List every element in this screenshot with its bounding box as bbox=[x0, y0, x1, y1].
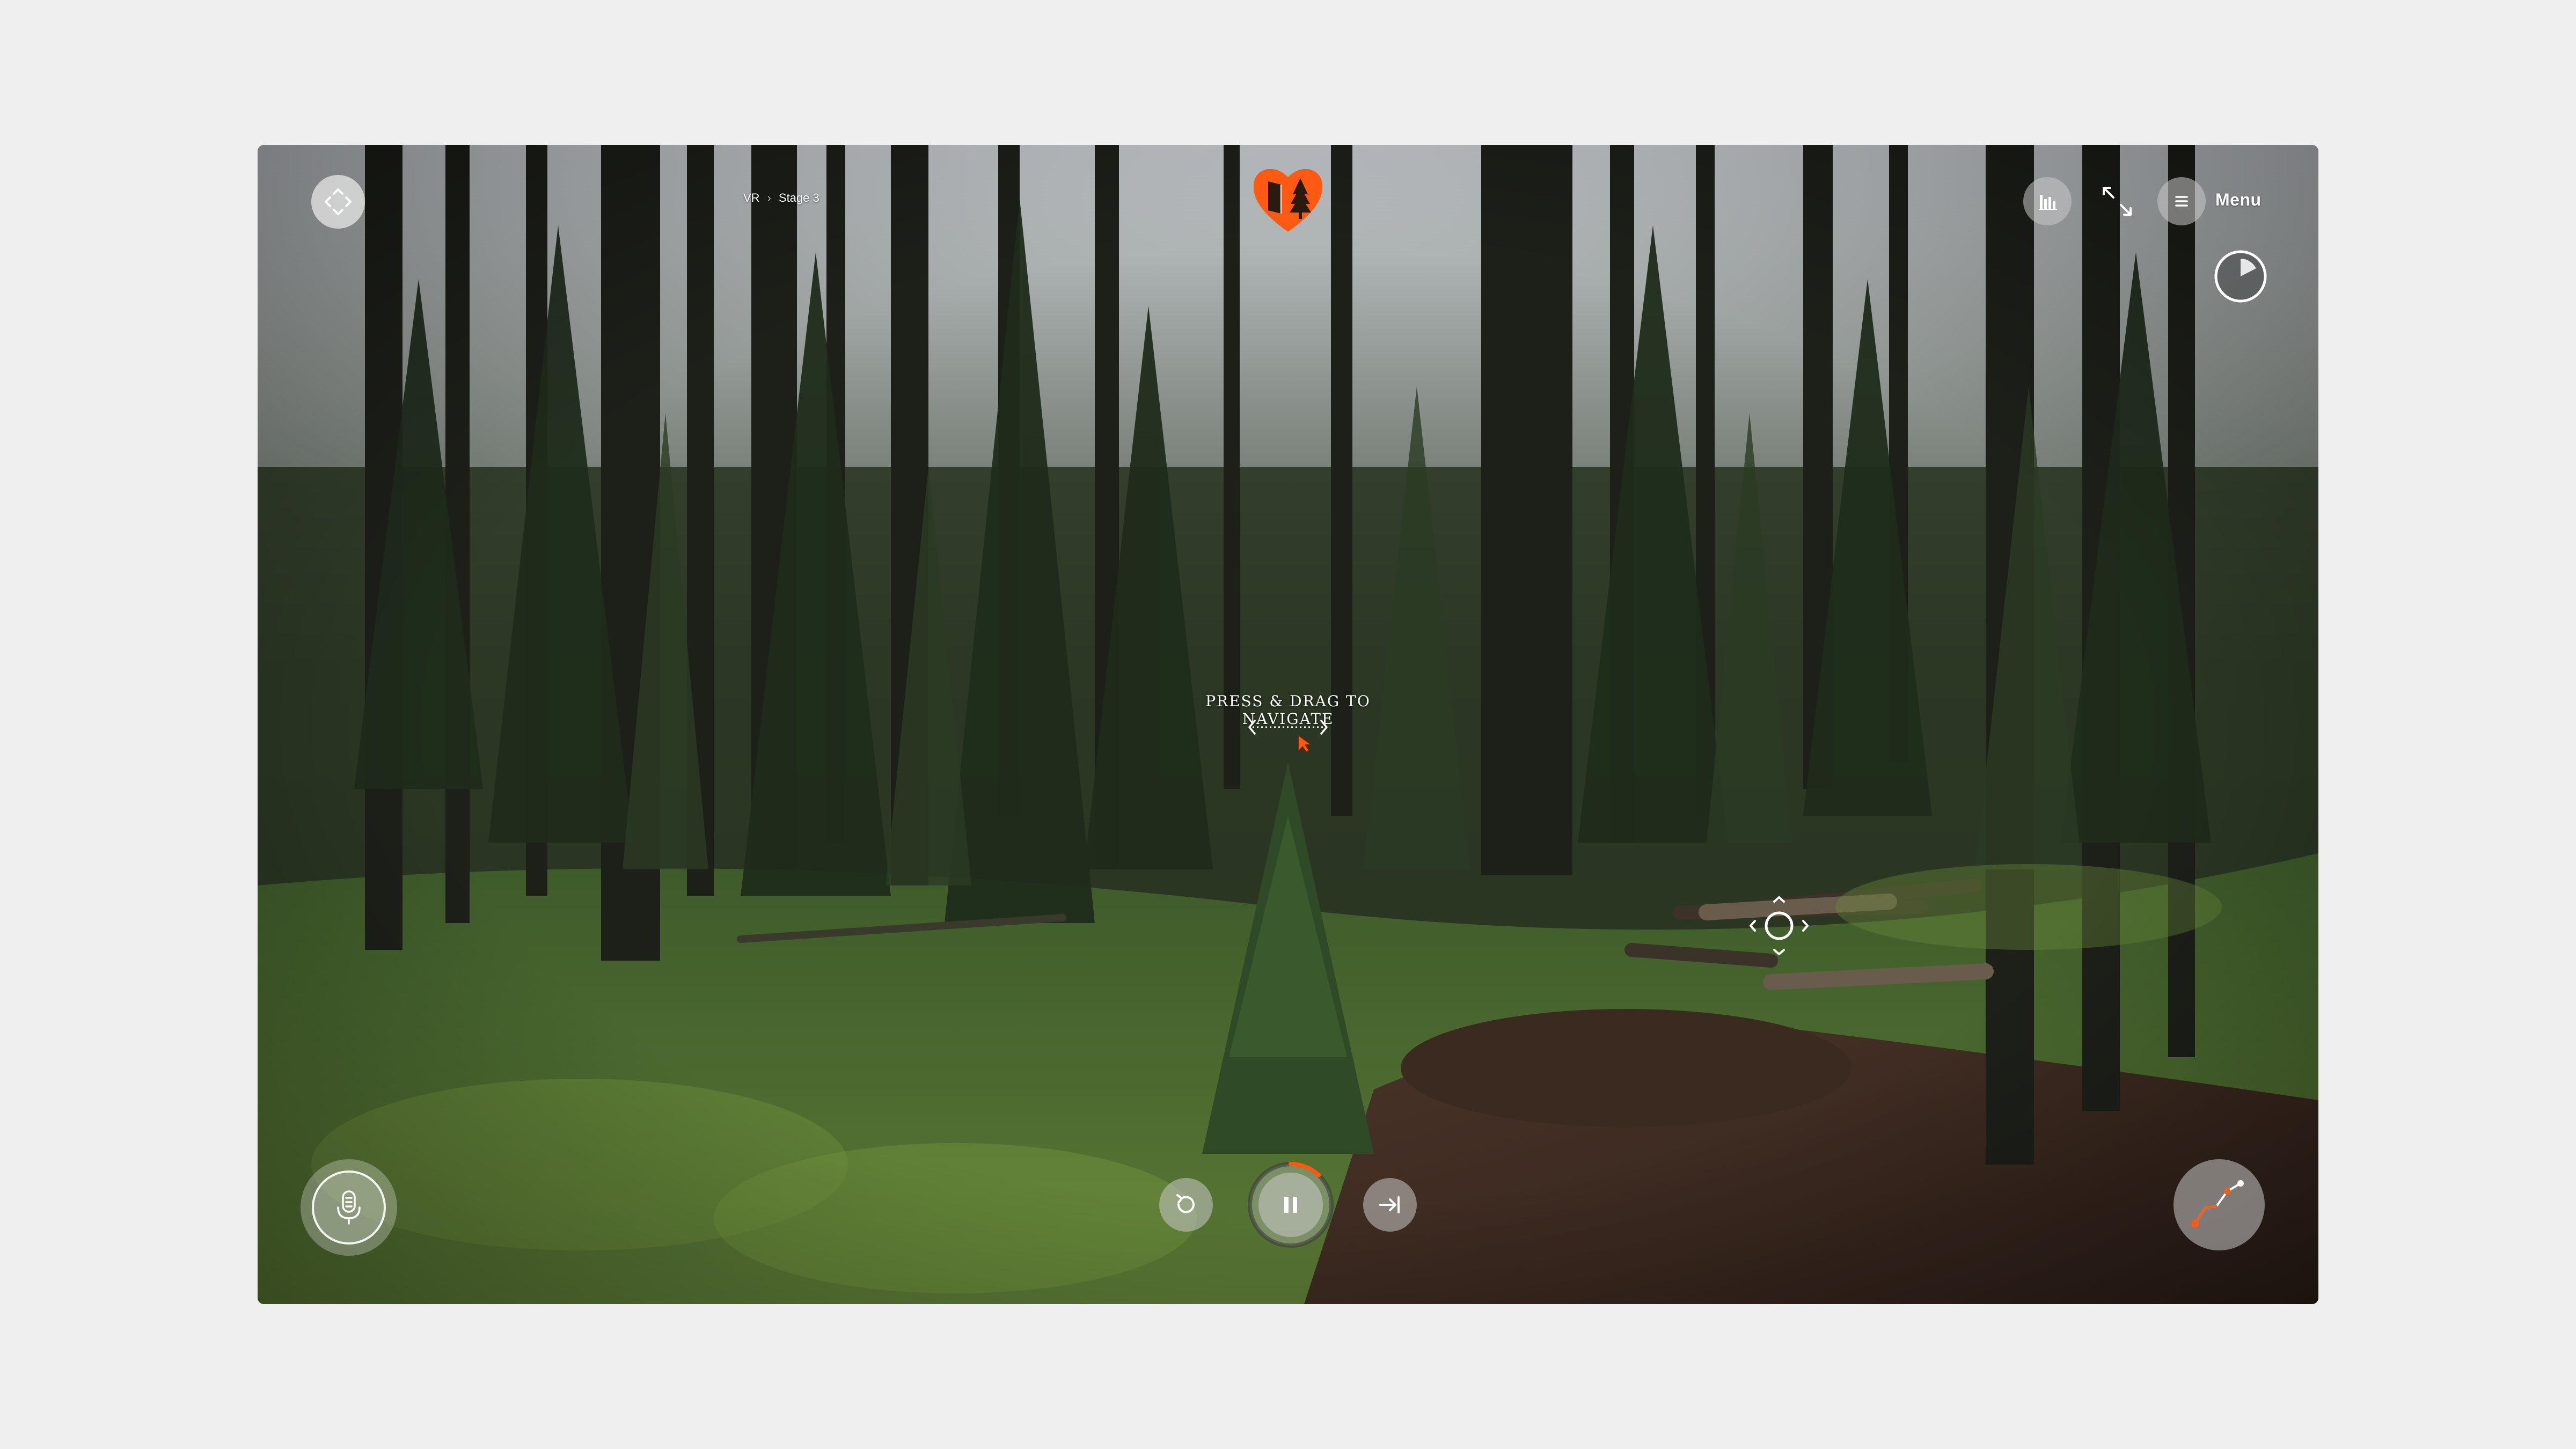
compass-dial[interactable] bbox=[2211, 247, 2270, 306]
look-around-button[interactable] bbox=[311, 175, 365, 229]
bar-chart-icon bbox=[2039, 195, 2057, 210]
breadcrumb: VR › Stage 3 bbox=[743, 191, 819, 205]
restart-icon bbox=[1176, 1194, 1195, 1213]
skip-to-end-icon bbox=[1379, 1196, 1400, 1213]
look-around-arrows-icon bbox=[325, 188, 352, 215]
expand-arrows-icon bbox=[2103, 187, 2132, 216]
microphone-button[interactable] bbox=[301, 1159, 397, 1256]
navigation-hotspot-icon bbox=[1750, 896, 1809, 955]
microphone-inner bbox=[312, 1170, 386, 1245]
breadcrumb-current: Stage 3 bbox=[778, 191, 819, 204]
microphone-icon bbox=[337, 1190, 361, 1225]
restart-button[interactable] bbox=[1159, 1178, 1213, 1232]
stats-button[interactable] bbox=[2023, 177, 2072, 225]
drag-arrows-icon bbox=[1245, 716, 1331, 754]
trail-map-button[interactable] bbox=[2174, 1159, 2265, 1250]
breadcrumb-root[interactable]: VR bbox=[743, 191, 760, 205]
compass-dial-icon bbox=[2214, 250, 2267, 303]
navigation-hotspot[interactable] bbox=[1744, 891, 1814, 961]
heart-book-tree-logo[interactable] bbox=[1248, 161, 1328, 236]
vr-viewer[interactable]: VR › Stage 3 Menu PRESS & DRAG TO NAVIGA… bbox=[258, 145, 2318, 1304]
trail-map-icon bbox=[2191, 1180, 2244, 1227]
menu-button[interactable] bbox=[2157, 177, 2206, 225]
hamburger-icon bbox=[2175, 196, 2188, 207]
play-pause-button[interactable] bbox=[1245, 1159, 1336, 1250]
pause-icon bbox=[1284, 1197, 1297, 1213]
menu-label[interactable]: Menu bbox=[2215, 190, 2262, 210]
fullscreen-button[interactable] bbox=[2093, 177, 2141, 225]
breadcrumb-separator: › bbox=[767, 191, 771, 204]
skip-button[interactable] bbox=[1363, 1178, 1417, 1232]
